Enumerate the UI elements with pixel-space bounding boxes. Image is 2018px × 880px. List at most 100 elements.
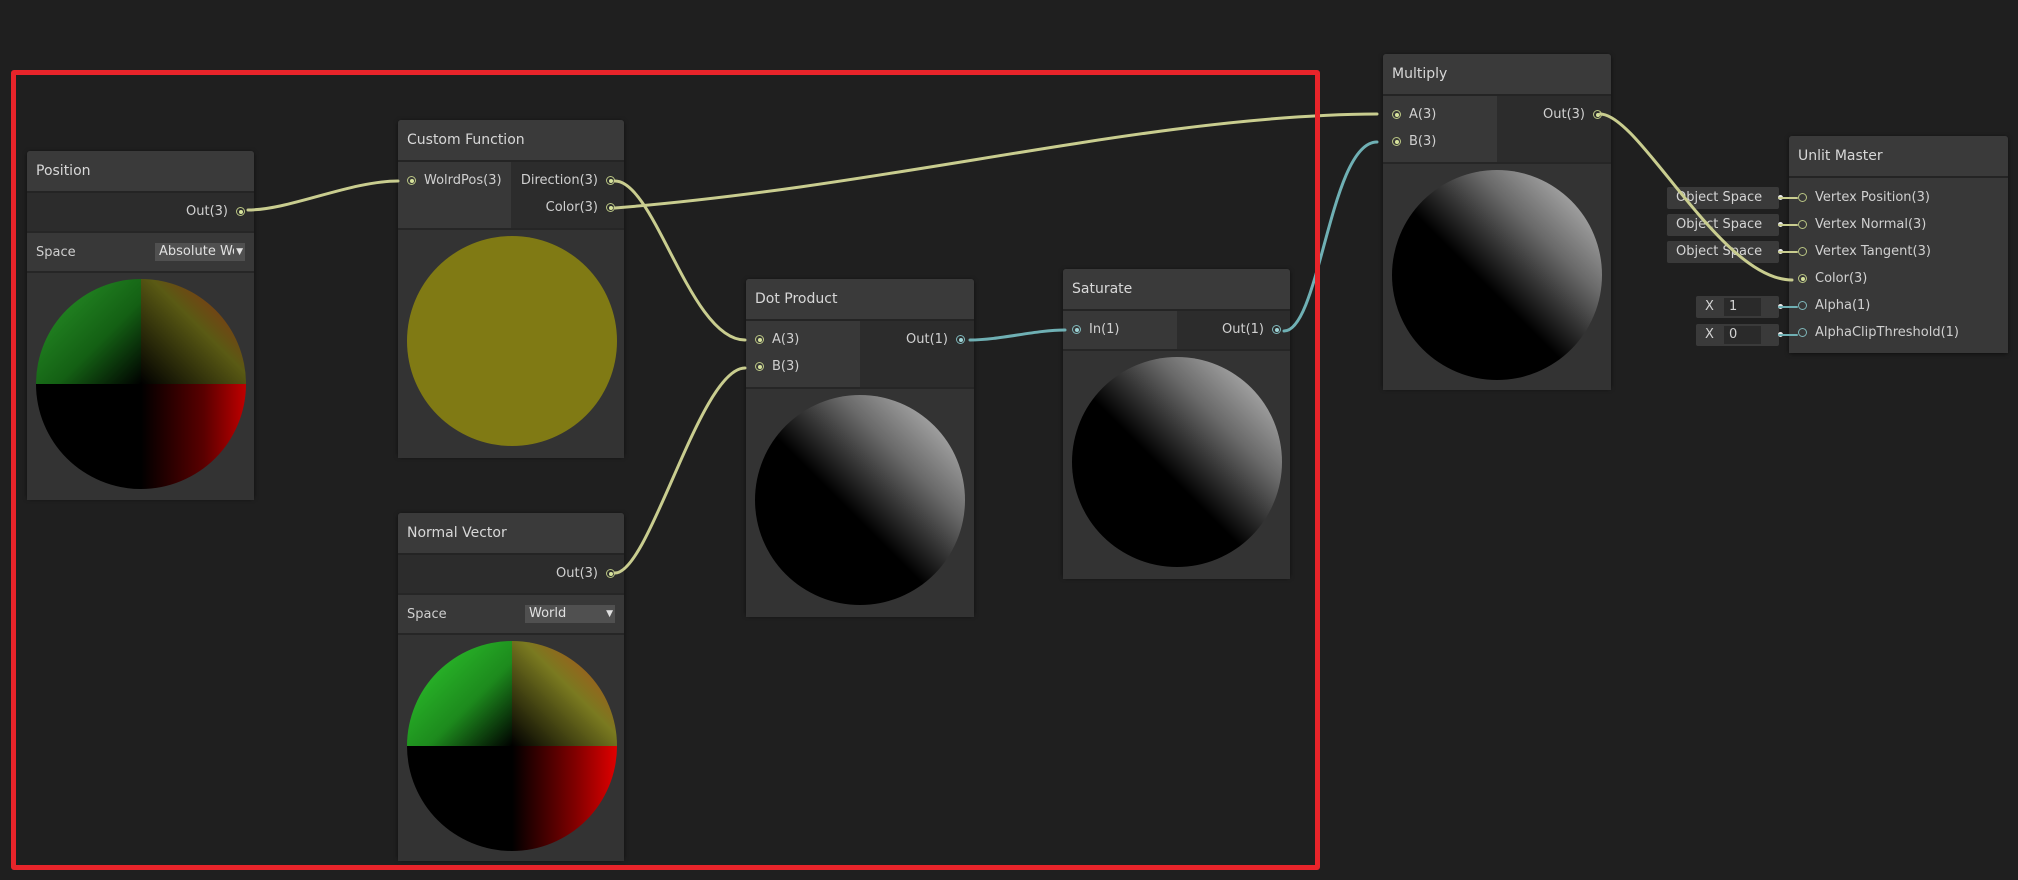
position-space-control: Space Absolute Wo ▼ xyxy=(27,231,254,271)
dot-product-b-port[interactable]: B(3) xyxy=(746,353,860,380)
position-space-dropdown[interactable]: Absolute Wo ▼ xyxy=(155,243,245,261)
normal-space-label: Space xyxy=(407,606,447,622)
vertex-normal-label: Vertex Normal(3) xyxy=(1815,217,1927,232)
alpha-label: Alpha(1) xyxy=(1815,298,1871,313)
vertex-position-label: Vertex Position(3) xyxy=(1815,190,1930,205)
position-out-port[interactable]: Out(3) xyxy=(141,198,255,225)
master-color-label: Color(3) xyxy=(1815,271,1868,286)
port-dot-icon[interactable] xyxy=(1798,220,1807,229)
multiply-a-label: A(3) xyxy=(1409,107,1437,122)
wire-normal-to-dot-b xyxy=(613,366,747,575)
port-dot-icon[interactable] xyxy=(1392,137,1401,146)
position-space-label: Space xyxy=(36,244,76,260)
connector-dot-icon xyxy=(1778,195,1783,200)
multiply-out-port[interactable]: Out(3) xyxy=(1497,101,1611,128)
direction-label: Direction(3) xyxy=(520,173,598,188)
alpha-port[interactable]: Alpha(1) xyxy=(1789,292,2008,319)
space-field-label: Object Space xyxy=(1676,190,1763,205)
clip-x-label: X xyxy=(1705,327,1714,342)
connector-dot-icon xyxy=(1778,304,1783,309)
saturate-preview-sphere xyxy=(1072,357,1282,567)
saturate-preview xyxy=(1063,349,1290,579)
alpha-clip-threshold-port[interactable]: AlphaClipThreshold(1) xyxy=(1789,319,2008,346)
multiply-preview-sphere xyxy=(1392,170,1602,380)
chevron-down-icon: ▼ xyxy=(234,243,243,261)
normal-vector-preview xyxy=(398,633,624,861)
saturate-out-port[interactable]: Out(1) xyxy=(1177,316,1291,343)
vertex-tangent-port[interactable]: Vertex Tangent(3) xyxy=(1789,238,2008,265)
custom-function-node[interactable]: Custom Function WolrdPos(3) Direction(3)… xyxy=(398,120,624,458)
position-space-value: Absolute Wo xyxy=(159,244,240,259)
port-dot-icon[interactable] xyxy=(1798,328,1807,337)
saturate-in-port[interactable]: In(1) xyxy=(1063,316,1177,343)
connector-dot-icon xyxy=(1778,249,1783,254)
dot-product-node-title: Dot Product xyxy=(746,279,974,321)
alpha-clip-label: AlphaClipThreshold(1) xyxy=(1815,325,1959,340)
wire-position-to-custom-function xyxy=(246,179,400,212)
vertex-position-space-field[interactable]: Object Space xyxy=(1667,187,1783,209)
custom-function-color-port[interactable]: Color(3) xyxy=(511,194,624,221)
port-dot-icon[interactable] xyxy=(1798,247,1807,256)
port-dot-icon[interactable] xyxy=(606,569,615,578)
vertex-position-port[interactable]: Vertex Position(3) xyxy=(1789,184,2008,211)
saturate-node[interactable]: Saturate In(1) Out(1) xyxy=(1063,269,1291,579)
custom-function-direction-port[interactable]: Direction(3) xyxy=(511,167,624,194)
alpha-value-input[interactable]: 1 xyxy=(1724,298,1761,316)
port-dot-icon[interactable] xyxy=(1593,110,1602,119)
vertex-tangent-space-field[interactable]: Object Space xyxy=(1667,241,1783,263)
normal-space-value: World xyxy=(529,606,567,621)
normal-vector-node[interactable]: Normal Vector Out(3) Space World ▼ xyxy=(398,513,624,861)
port-dot-icon[interactable] xyxy=(407,176,416,185)
port-dot-icon[interactable] xyxy=(1798,274,1807,283)
port-dot-icon[interactable] xyxy=(1798,301,1807,310)
saturate-node-title: Saturate xyxy=(1063,269,1290,311)
port-dot-icon[interactable] xyxy=(755,335,764,344)
wolrdpos-label: WolrdPos(3) xyxy=(424,173,502,188)
port-dot-icon[interactable] xyxy=(1272,325,1281,334)
port-dot-icon[interactable] xyxy=(236,207,245,216)
space-field-label: Object Space xyxy=(1676,244,1763,259)
multiply-b-port[interactable]: B(3) xyxy=(1383,128,1497,155)
port-dot-icon[interactable] xyxy=(755,362,764,371)
vertex-normal-space-field[interactable]: Object Space xyxy=(1667,214,1783,236)
port-dot-icon[interactable] xyxy=(606,203,615,212)
wire-saturate-to-multiply-b xyxy=(1282,140,1379,333)
saturate-in-label: In(1) xyxy=(1089,322,1120,337)
custom-function-wolrdpos-port[interactable]: WolrdPos(3) xyxy=(398,167,511,194)
unlit-master-node[interactable]: Unlit Master Vertex Position(3) Vertex N… xyxy=(1789,136,2008,353)
position-node[interactable]: Position Out(3) Space Absolute Wo ▼ xyxy=(27,151,255,500)
port-dot-icon[interactable] xyxy=(1798,193,1807,202)
dot-product-out-port[interactable]: Out(1) xyxy=(860,326,974,353)
normal-space-dropdown[interactable]: World ▼ xyxy=(525,605,615,623)
wire-color-to-multiply-a xyxy=(613,112,1379,210)
port-dot-icon[interactable] xyxy=(606,176,615,185)
normal-space-control: Space World ▼ xyxy=(398,593,624,633)
custom-function-preview xyxy=(398,228,624,458)
multiply-b-label: B(3) xyxy=(1409,134,1437,149)
normal-vector-out-port[interactable]: Out(3) xyxy=(511,560,624,587)
alpha-value-field[interactable]: X 1 xyxy=(1696,296,1783,318)
clip-value-field[interactable]: X 0 xyxy=(1696,324,1783,346)
clip-value-input[interactable]: 0 xyxy=(1724,326,1761,344)
multiply-node[interactable]: Multiply A(3) B(3) Out(3) xyxy=(1383,54,1611,390)
multiply-preview xyxy=(1383,162,1611,390)
wire-direction-to-dot-a xyxy=(613,179,747,342)
alpha-x-label: X xyxy=(1705,299,1714,314)
normal-out-label: Out(3) xyxy=(556,566,598,581)
custom-function-node-title: Custom Function xyxy=(398,120,624,162)
dot-product-node[interactable]: Dot Product A(3) B(3) Out(1) xyxy=(746,279,974,617)
position-node-title: Position xyxy=(27,151,254,193)
dot-product-a-port[interactable]: A(3) xyxy=(746,326,860,353)
vertex-normal-port[interactable]: Vertex Normal(3) xyxy=(1789,211,2008,238)
port-dot-icon[interactable] xyxy=(956,335,965,344)
port-dot-icon[interactable] xyxy=(1392,110,1401,119)
port-dot-icon[interactable] xyxy=(1072,325,1081,334)
saturate-out-label: Out(1) xyxy=(1222,322,1264,337)
master-color-port[interactable]: Color(3) xyxy=(1789,265,2008,292)
normal-vector-node-title: Normal Vector xyxy=(398,513,624,555)
multiply-a-port[interactable]: A(3) xyxy=(1383,101,1497,128)
connection-wires xyxy=(246,112,1798,575)
dot-a-label: A(3) xyxy=(772,332,800,347)
vertex-tangent-label: Vertex Tangent(3) xyxy=(1815,244,1931,259)
dot-product-preview-sphere xyxy=(755,395,965,605)
